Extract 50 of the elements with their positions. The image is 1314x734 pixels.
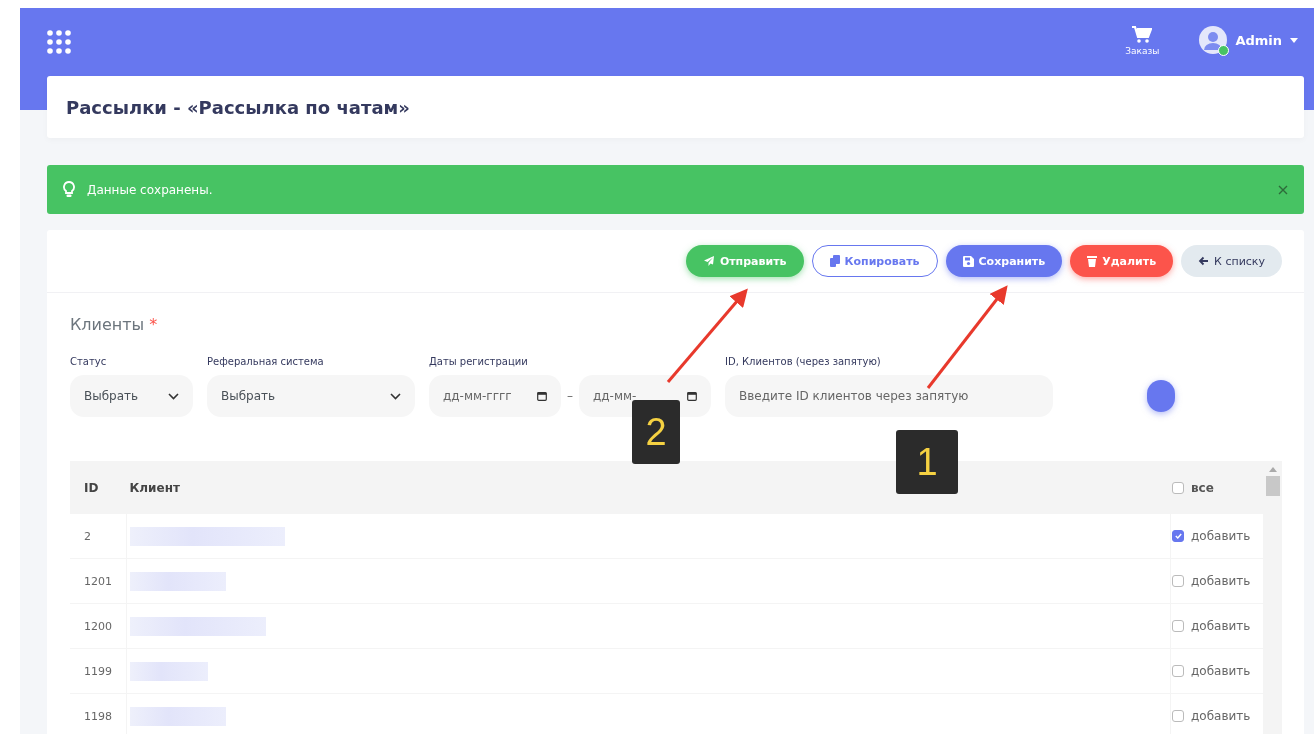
field-label: Даты регистрации <box>429 356 529 367</box>
column-header: ID <box>70 461 126 514</box>
close-icon[interactable] <box>1278 184 1288 195</box>
scroll-thumb[interactable] <box>1265 476 1280 496</box>
checkmark-icon <box>1174 533 1182 539</box>
field-label: Реферальная система <box>207 356 325 367</box>
add-checkbox[interactable]: добавить <box>1172 664 1262 678</box>
table-cell: 2 <box>70 514 126 559</box>
chevron-down-icon <box>390 392 401 400</box>
chevron-down-icon <box>168 392 179 400</box>
input-field[interactable]: Введите ID клиентов через запятую <box>725 375 1053 417</box>
add-checkbox[interactable]: добавить <box>1172 709 1262 723</box>
save-button[interactable]: Сохранить <box>945 245 1063 277</box>
annotation-number: 2 <box>632 400 680 464</box>
select-field[interactable]: Выбрать <box>207 375 415 417</box>
alert-message: Данные сохранены. <box>87 182 214 197</box>
table-cell: 1199 <box>70 648 126 694</box>
annotation-number: 1 <box>896 430 958 494</box>
lightbulb-icon <box>63 181 75 198</box>
table-cell: 1201 <box>70 558 126 604</box>
table-cell: 1198 <box>70 693 126 734</box>
avatar-icon[interactable] <box>1199 26 1228 54</box>
paper-plane-icon <box>702 255 715 267</box>
back-button[interactable]: К списку <box>1181 245 1282 277</box>
table-cell: 1200 <box>70 603 126 649</box>
caret-icon[interactable] <box>1290 37 1298 43</box>
round-button[interactable] <box>1147 380 1175 412</box>
trash-icon <box>1087 255 1098 267</box>
scrollbar[interactable] <box>1263 461 1282 734</box>
arrow-left-icon <box>1198 256 1210 266</box>
calendar-icon[interactable] <box>687 391 697 401</box>
range-dash: – <box>567 389 573 403</box>
add-checkbox[interactable]: добавить <box>1172 529 1262 543</box>
calendar-icon[interactable] <box>537 391 547 401</box>
user-name[interactable]: Admin <box>1235 32 1282 48</box>
select-field[interactable]: Выбрать <box>70 375 193 417</box>
apps-grid-icon[interactable] <box>47 30 71 54</box>
cart-icon[interactable] <box>1132 26 1153 44</box>
delete-button[interactable]: Удалить <box>1070 245 1174 277</box>
scroll-up-icon[interactable] <box>1268 467 1277 472</box>
field-label: ID, Клиентов (через запятую) <box>725 356 882 367</box>
field-label: Статус <box>70 356 108 367</box>
add-checkbox[interactable]: добавить <box>1172 574 1262 588</box>
copy-icon <box>829 255 840 267</box>
page-title: Рассылки - «Рассылка по чатам» <box>66 96 410 118</box>
add-checkbox[interactable]: добавить <box>1172 619 1262 633</box>
date-field[interactable]: дд-мм-гггг <box>429 375 561 417</box>
section-title: Клиенты * <box>69 314 159 334</box>
copy-button[interactable]: Копировать <box>811 245 938 277</box>
orders-label[interactable]: Заказы <box>1125 46 1160 56</box>
